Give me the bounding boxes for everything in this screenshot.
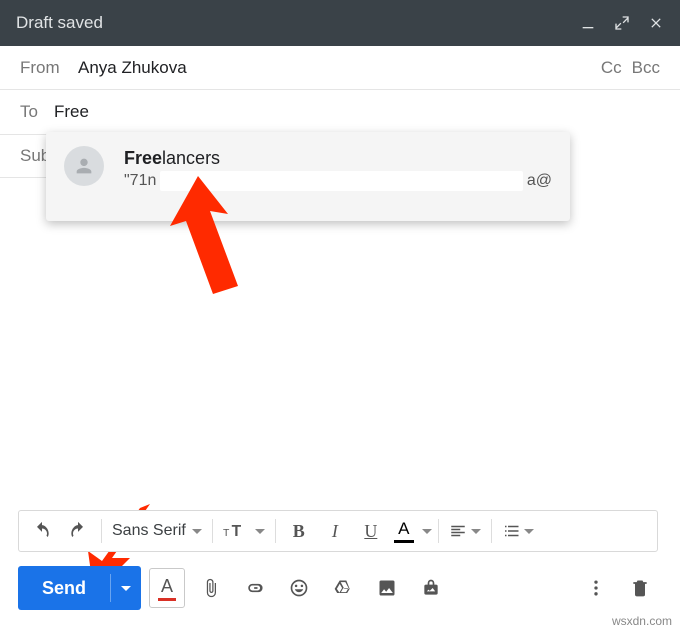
contact-suggestion-dropdown: Freelancers "71n a@	[46, 132, 570, 221]
confidential-icon[interactable]	[413, 568, 449, 608]
cc-button[interactable]: Cc	[601, 58, 622, 78]
from-row: From Anya Zhukova Cc Bcc	[0, 46, 680, 90]
formatting-toolbar: Sans Serif TT B I U A	[18, 510, 658, 552]
image-icon[interactable]	[369, 568, 405, 608]
undo-button[interactable]	[25, 514, 59, 548]
avatar-icon	[64, 146, 104, 186]
from-value[interactable]: Anya Zhukova	[78, 58, 187, 78]
redo-button[interactable]	[61, 514, 95, 548]
bcc-button[interactable]: Bcc	[632, 58, 660, 78]
compose-actions-row: Send A	[18, 564, 658, 612]
close-icon[interactable]	[648, 15, 664, 31]
font-selector[interactable]: Sans Serif	[108, 522, 206, 540]
subject-row: Sub	[0, 134, 50, 178]
to-row: To Free	[0, 90, 680, 134]
more-options-icon[interactable]	[578, 568, 614, 608]
underline-button[interactable]: U	[354, 514, 388, 548]
to-label: To	[20, 102, 54, 122]
chevron-down-icon	[192, 529, 202, 534]
text-color-button[interactable]: A	[390, 519, 418, 543]
drive-icon[interactable]	[325, 568, 361, 608]
chevron-down-icon	[471, 529, 481, 534]
send-button[interactable]: Send	[18, 566, 141, 610]
from-label: From	[20, 58, 78, 78]
to-input[interactable]: Free	[54, 102, 89, 122]
attribution-text: wsxdn.com	[612, 614, 672, 628]
italic-button[interactable]: I	[318, 514, 352, 548]
emoji-icon[interactable]	[281, 568, 317, 608]
discard-icon[interactable]	[622, 568, 658, 608]
send-options-button[interactable]	[111, 566, 141, 610]
compose-titlebar: Draft saved	[0, 0, 680, 46]
align-selector[interactable]	[445, 522, 485, 540]
attachment-icon[interactable]	[193, 568, 229, 608]
suggestion-email: "71n a@	[124, 171, 552, 191]
svg-text:T: T	[231, 523, 241, 540]
titlebar-controls	[580, 15, 664, 31]
link-icon[interactable]	[237, 568, 273, 608]
compose-title: Draft saved	[16, 13, 580, 33]
suggestion-item[interactable]: Freelancers "71n a@	[64, 146, 552, 191]
suggestion-name: Freelancers	[124, 148, 552, 169]
formatting-toggle-button[interactable]: A	[149, 568, 185, 608]
chevron-down-icon	[524, 529, 534, 534]
list-selector[interactable]	[498, 522, 538, 540]
svg-text:T: T	[223, 528, 230, 539]
chevron-down-icon[interactable]	[422, 529, 432, 534]
bold-button[interactable]: B	[282, 514, 316, 548]
fullscreen-icon[interactable]	[614, 15, 630, 31]
minimize-icon[interactable]	[580, 15, 596, 31]
chevron-down-icon	[255, 529, 265, 534]
font-size-selector[interactable]: TT	[219, 521, 269, 541]
